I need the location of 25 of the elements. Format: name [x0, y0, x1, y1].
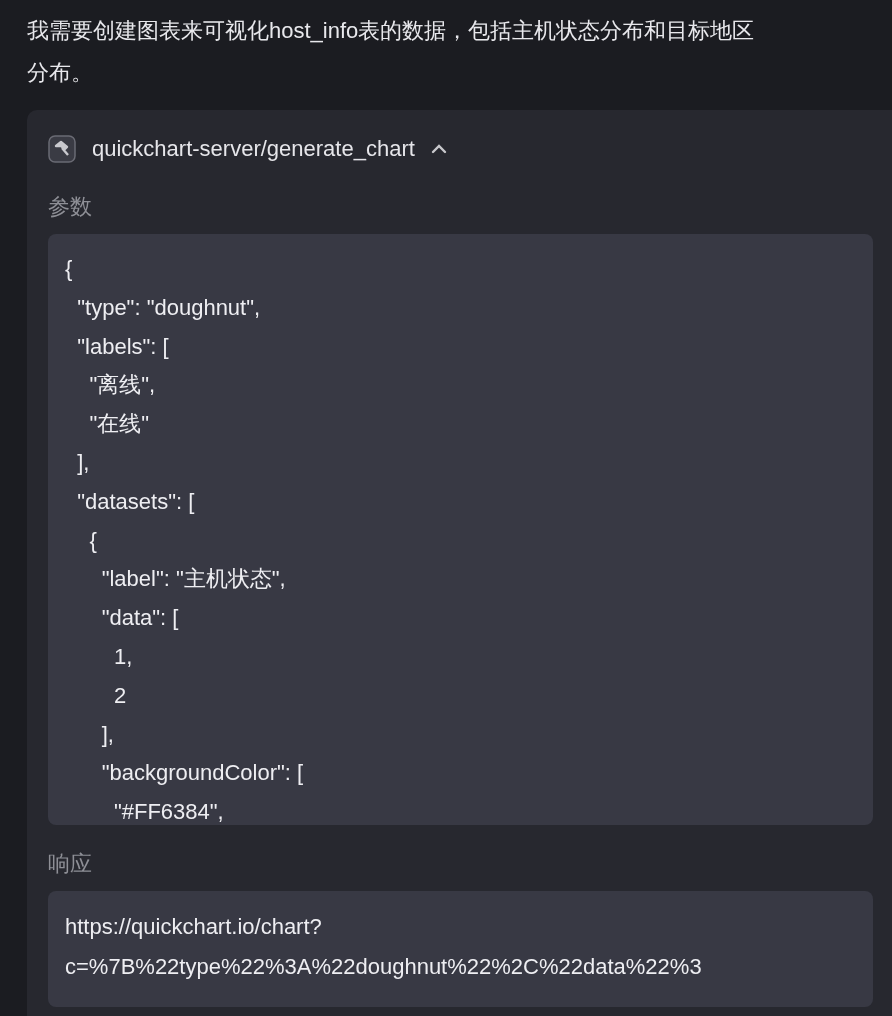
code-line: 1, [112, 642, 134, 671]
code-line: "label": "主机状态", [100, 565, 287, 594]
message-text: 分布。 [27, 59, 94, 87]
response-url: c=%7B%22type%22%3A%22doughnut%22%2C%22data%22%3 [65, 953, 703, 981]
code-line: "labels": [ [76, 332, 170, 361]
code-line: { [65, 255, 74, 283]
code-line: "在线" [88, 410, 151, 439]
code-line: "datasets": [ [76, 487, 196, 516]
code-line: "type": "doughnut", [76, 293, 262, 322]
response-label: 响应 [48, 850, 93, 878]
code-line: "#FF6384", [112, 798, 225, 825]
collapse-button[interactable] [430, 144, 447, 154]
code-line: ], [76, 449, 91, 477]
code-line: "backgroundColor": [ [100, 759, 305, 788]
tool-title: quickchart-server/generate_chart [92, 136, 415, 162]
code-line: "离线", [88, 371, 157, 400]
hammer-icon [48, 135, 76, 163]
code-line: { [88, 526, 98, 555]
message-text: 我需要创建图表来可视化host_info表的数据，包括主机状态分布和目标地区 [27, 17, 756, 45]
code-line: "data": [ [100, 604, 180, 633]
chevron-icon [430, 144, 447, 154]
params-label: 参数 [48, 193, 93, 221]
response-url: https://quickchart.io/chart? [65, 913, 323, 941]
code-line: ], [100, 720, 115, 749]
code-line: 2 [112, 681, 128, 710]
